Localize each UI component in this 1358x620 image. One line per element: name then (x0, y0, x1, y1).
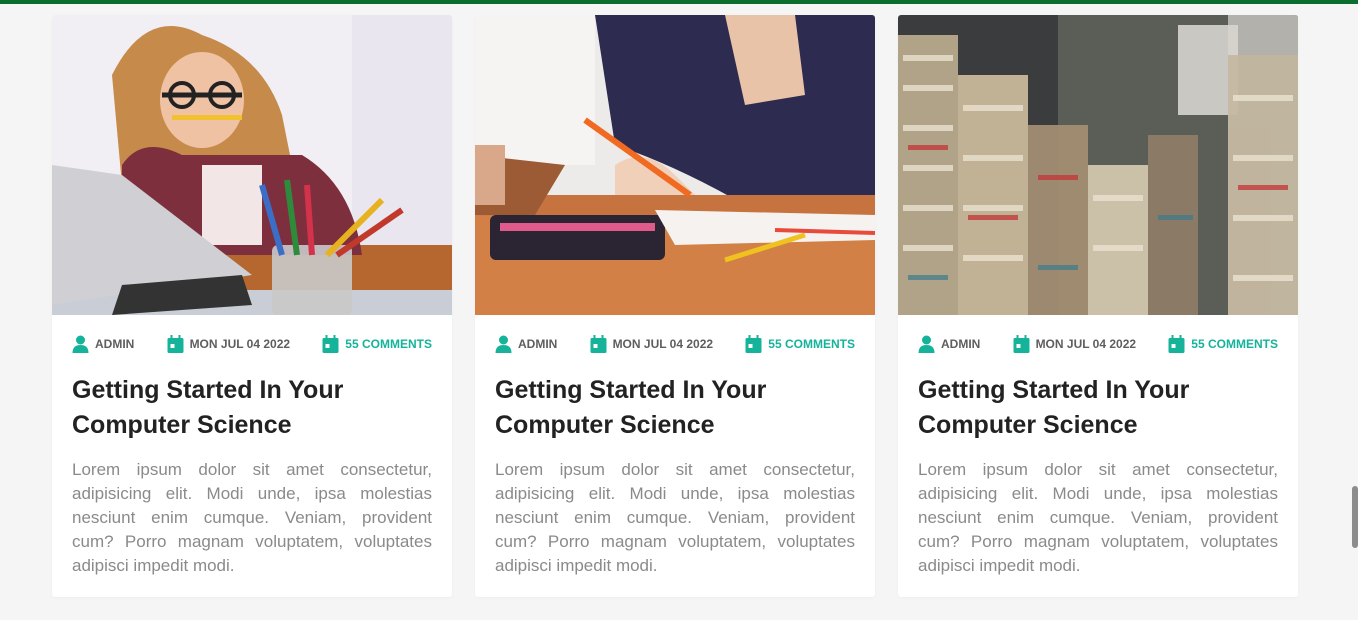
date-meta: MON JUL 04 2022 (590, 335, 714, 353)
woman-with-pencil-image (52, 15, 452, 315)
date-meta: MON JUL 04 2022 (1013, 335, 1137, 353)
post-meta: ADMIN MON JUL 04 2022 55 COMMENTS (898, 334, 1298, 354)
post-excerpt: Lorem ipsum dolor sit amet consectetur, … (495, 460, 855, 575)
post-title[interactable]: Getting Started In Your Computer Science (475, 373, 875, 443)
calendar-icon (1168, 335, 1185, 353)
comments-meta[interactable]: 55 COMMENTS (1168, 335, 1278, 353)
author-meta[interactable]: ADMIN (918, 335, 980, 353)
calendar-icon (590, 335, 607, 353)
book-stacks-image (898, 15, 1298, 315)
scrollbar-thumb[interactable] (1352, 486, 1358, 548)
calendar-icon (1013, 335, 1030, 353)
author-name: ADMIN (518, 337, 558, 351)
post-image[interactable] (475, 15, 875, 315)
post-meta: ADMIN MON JUL 04 2022 55 COMMENTS (475, 334, 875, 354)
author-name: ADMIN (941, 337, 981, 351)
comments-meta[interactable]: 55 COMMENTS (745, 335, 855, 353)
top-accent-bar (0, 0, 1358, 4)
date-meta: MON JUL 04 2022 (167, 335, 291, 353)
user-icon (495, 335, 512, 353)
post-date: MON JUL 04 2022 (1035, 337, 1137, 351)
page-scrollbar[interactable] (1349, 0, 1358, 620)
post-title[interactable]: Getting Started In Your Computer Science (898, 373, 1298, 443)
post-title[interactable]: Getting Started In Your Computer Science (52, 373, 452, 443)
calendar-icon (167, 335, 184, 353)
user-icon (72, 335, 89, 353)
calendar-icon (322, 335, 339, 353)
author-meta[interactable]: ADMIN (72, 335, 134, 353)
post-excerpt: Lorem ipsum dolor sit amet consectetur, … (918, 460, 1278, 575)
blog-card[interactable]: ADMIN MON JUL 04 2022 55 COMMENTS Gettin… (898, 15, 1298, 597)
comments-count: 55 COMMENTS (1191, 337, 1278, 351)
post-image[interactable] (52, 15, 452, 315)
post-date: MON JUL 04 2022 (612, 337, 714, 351)
comments-meta[interactable]: 55 COMMENTS (322, 335, 432, 353)
author-name: ADMIN (95, 337, 135, 351)
user-icon (918, 335, 935, 353)
post-meta: ADMIN MON JUL 04 2022 55 COMMENTS (52, 334, 452, 354)
student-drawing-image (475, 15, 875, 315)
blog-cards: ADMIN MON JUL 04 2022 55 COMMENTS Gettin… (52, 15, 1298, 597)
calendar-icon (745, 335, 762, 353)
post-excerpt: Lorem ipsum dolor sit amet consectetur, … (72, 460, 432, 575)
blog-card[interactable]: ADMIN MON JUL 04 2022 55 COMMENTS Gettin… (475, 15, 875, 597)
comments-count: 55 COMMENTS (768, 337, 855, 351)
post-date: MON JUL 04 2022 (189, 337, 291, 351)
comments-count: 55 COMMENTS (345, 337, 432, 351)
blog-card[interactable]: ADMIN MON JUL 04 2022 55 COMMENTS Gettin… (52, 15, 452, 597)
author-meta[interactable]: ADMIN (495, 335, 557, 353)
post-image[interactable] (898, 15, 1298, 315)
